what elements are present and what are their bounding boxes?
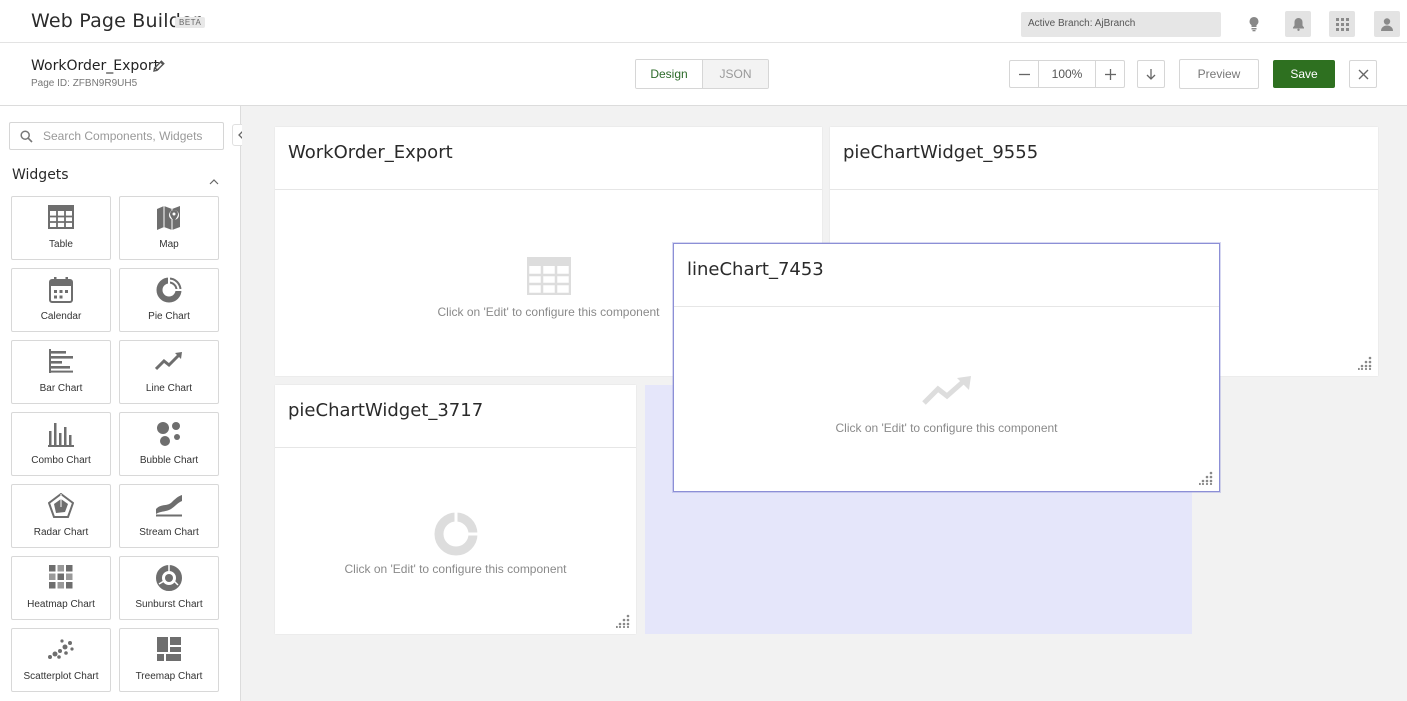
bell-icon[interactable] — [1285, 11, 1311, 37]
zoom-control: 100% — [1009, 60, 1125, 88]
widget-bar-chart[interactable]: Bar Chart — [11, 340, 111, 404]
calendar-icon — [12, 277, 110, 303]
widget-line-chart[interactable]: Line Chart — [119, 340, 219, 404]
close-button[interactable] — [1349, 60, 1377, 88]
widget-label: Heatmap Chart — [27, 599, 95, 610]
widget-label: Calendar — [40, 311, 82, 322]
search-icon — [20, 130, 33, 148]
zoom-out-button[interactable] — [1010, 61, 1038, 87]
pie-chart-icon — [120, 277, 218, 303]
resize-handle-icon[interactable] — [1357, 356, 1372, 371]
widget-label: Scatterplot Chart — [23, 671, 99, 682]
search-input[interactable] — [43, 127, 218, 145]
plus-icon — [1104, 68, 1116, 80]
close-icon — [1358, 69, 1368, 79]
line-chart-icon — [674, 375, 1219, 407]
widget-label: Radar Chart — [33, 527, 89, 538]
beta-badge: BETA — [175, 17, 206, 28]
radar-chart-icon — [12, 493, 110, 519]
widgets-section-title: Widgets — [12, 167, 69, 183]
widget-heatmap-chart[interactable]: Heatmap Chart — [11, 556, 111, 620]
user-avatar-icon[interactable] — [1374, 11, 1400, 37]
active-branch-selector[interactable]: Active Branch: AjBranch — [1021, 12, 1221, 37]
widget-label: Stream Chart — [139, 527, 199, 538]
page-canvas: WorkOrder_Export Click on 'Edit' to conf… — [242, 106, 1407, 701]
widget-sunburst-chart[interactable]: Sunburst Chart — [119, 556, 219, 620]
widget-stream-chart[interactable]: Stream Chart — [119, 484, 219, 548]
page-id: Page ID: ZFBN9R9UH5 — [31, 78, 138, 89]
widget-grid: Table Map Calendar Pie Chart Bar Chart L… — [11, 196, 219, 692]
component-title: pieChartWidget_3717 — [275, 385, 636, 448]
widget-label: Pie Chart — [148, 311, 190, 322]
widget-radar-chart[interactable]: Radar Chart — [11, 484, 111, 548]
minus-icon — [1018, 73, 1030, 75]
zoom-in-button[interactable] — [1096, 61, 1124, 87]
preview-button[interactable]: Preview — [1179, 59, 1259, 89]
configure-hint: Click on 'Edit' to configure this compon… — [344, 562, 567, 576]
widget-map[interactable]: Map — [119, 196, 219, 260]
widget-label: Map — [159, 239, 179, 250]
zoom-level: 100% — [1038, 61, 1096, 87]
save-button[interactable]: Save — [1273, 60, 1335, 88]
widget-pie-chart[interactable]: Pie Chart — [119, 268, 219, 332]
view-toggle: Design JSON — [635, 59, 769, 89]
widget-label: Bar Chart — [39, 383, 83, 394]
treemap-chart-icon — [120, 637, 218, 661]
arrow-down-icon — [1146, 69, 1156, 80]
widget-sidebar: Widgets Table Map Calendar — [0, 106, 241, 701]
tab-json[interactable]: JSON — [702, 60, 768, 88]
scatterplot-chart-icon — [12, 637, 110, 661]
component-card-pie-chart[interactable]: pieChartWidget_3717 Click on 'Edit' to c… — [275, 385, 636, 634]
resize-handle-icon[interactable] — [615, 614, 630, 629]
bubble-chart-icon — [120, 421, 218, 447]
download-button[interactable] — [1137, 60, 1165, 88]
pencil-edit-icon[interactable] — [152, 59, 166, 73]
combo-chart-icon — [12, 421, 110, 447]
widget-label: Bubble Chart — [139, 455, 199, 466]
pie-chart-icon — [275, 511, 636, 557]
apps-grid-icon[interactable] — [1329, 11, 1355, 37]
sunburst-chart-icon — [120, 565, 218, 591]
widget-scatterplot-chart[interactable]: Scatterplot Chart — [11, 628, 111, 692]
widget-table[interactable]: Table — [11, 196, 111, 260]
widget-label: Table — [49, 239, 73, 250]
top-bar: Web Page Builder BETA Active Branch: AjB… — [0, 0, 1407, 43]
widget-combo-chart[interactable]: Combo Chart — [11, 412, 111, 476]
component-search — [9, 122, 224, 150]
page-name: WorkOrder_Export — [31, 58, 160, 74]
widget-label: Line Chart — [145, 383, 193, 394]
resize-handle-icon[interactable] — [1198, 471, 1213, 486]
chevron-up-icon[interactable] — [209, 172, 219, 190]
widget-label: Treemap Chart — [135, 671, 203, 682]
page-header: WorkOrder_Export Page ID: ZFBN9R9UH5 Des… — [0, 43, 1407, 106]
widget-bubble-chart[interactable]: Bubble Chart — [119, 412, 219, 476]
bar-chart-icon — [12, 349, 110, 373]
widget-label: Sunburst Chart — [135, 599, 203, 610]
widget-calendar[interactable]: Calendar — [11, 268, 111, 332]
lightbulb-icon[interactable] — [1241, 11, 1267, 37]
heatmap-chart-icon — [12, 565, 110, 589]
line-chart-icon — [120, 349, 218, 373]
tab-design[interactable]: Design — [636, 60, 702, 88]
table-icon — [12, 205, 110, 229]
component-title: pieChartWidget_9555 — [830, 127, 1378, 190]
widget-treemap-chart[interactable]: Treemap Chart — [119, 628, 219, 692]
component-card-line-chart[interactable]: lineChart_7453 Click on 'Edit' to config… — [673, 243, 1220, 492]
configure-hint: Click on 'Edit' to configure this compon… — [835, 421, 1058, 435]
map-icon — [120, 205, 218, 231]
component-title: WorkOrder_Export — [275, 127, 822, 190]
stream-chart-icon — [120, 493, 218, 517]
component-title: lineChart_7453 — [674, 244, 1219, 307]
widget-label: Combo Chart — [31, 455, 91, 466]
